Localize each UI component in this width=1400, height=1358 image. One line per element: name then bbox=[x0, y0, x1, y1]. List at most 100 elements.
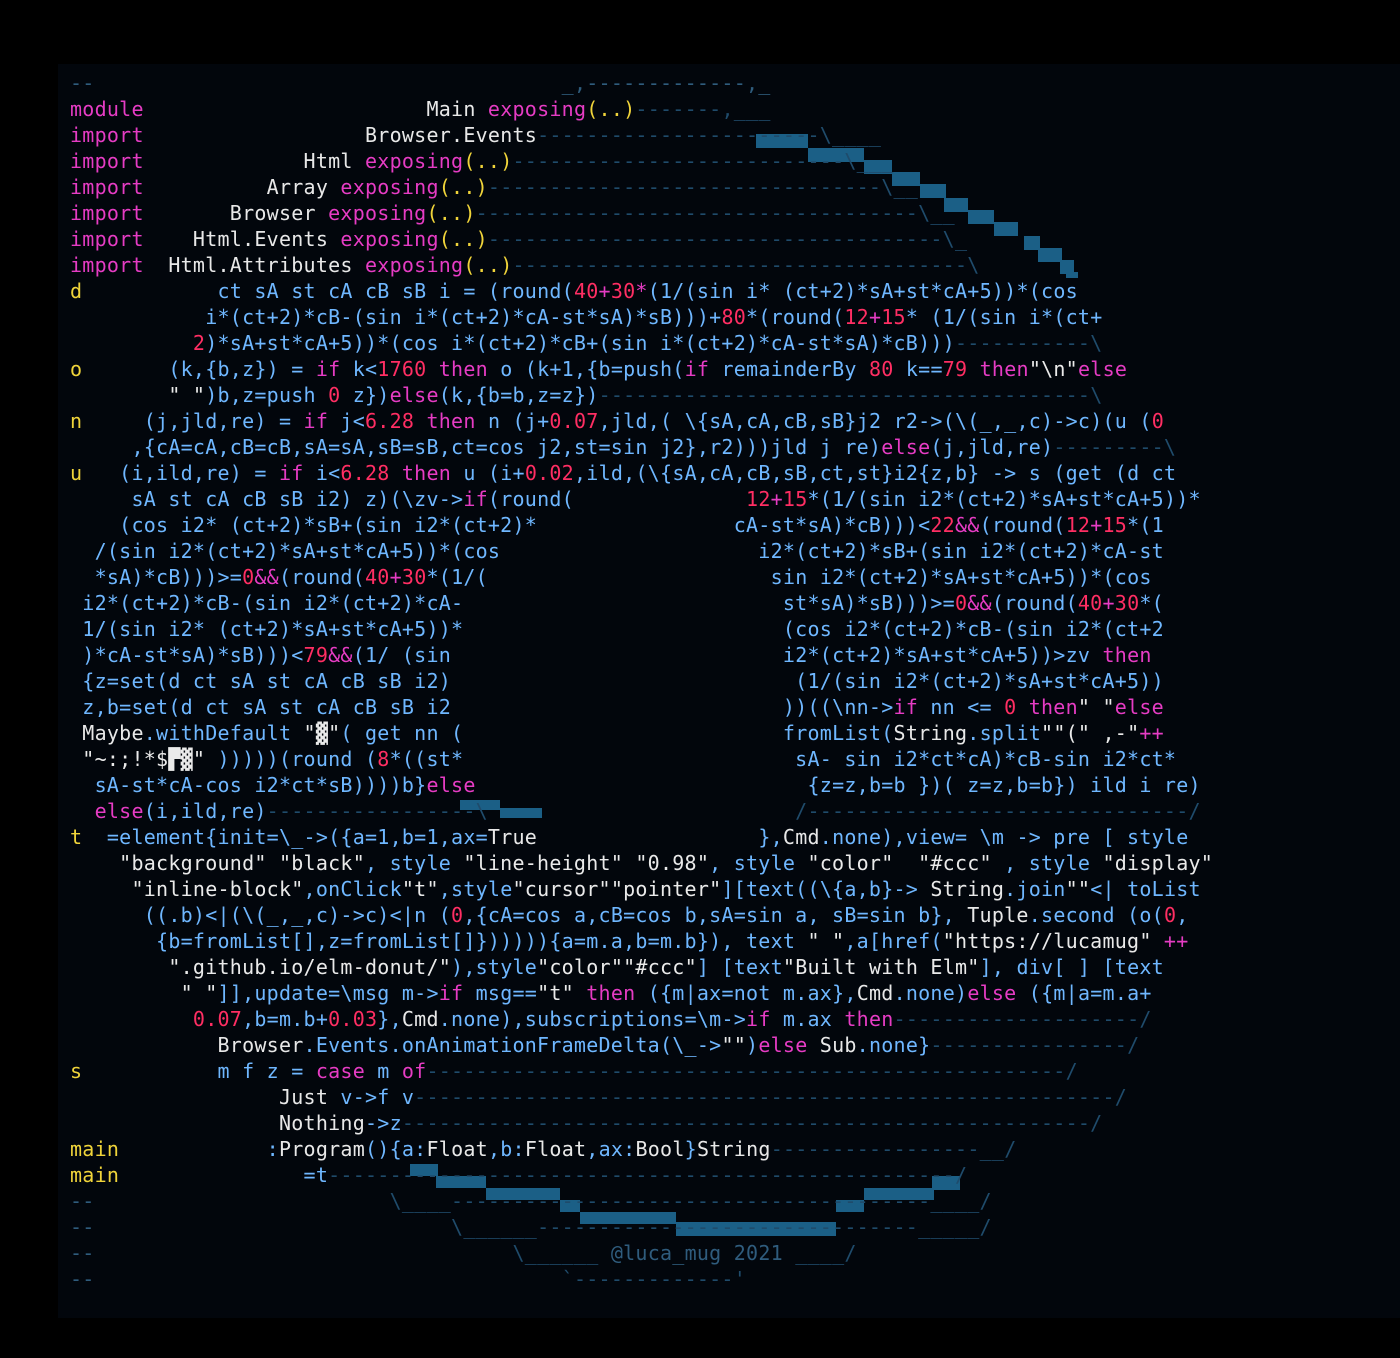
code-token: ".github.io/elm-donut/" bbox=[70, 955, 452, 979]
code-token: 0 bbox=[242, 565, 255, 589]
code-token: ct sA st cA cB sB i = (round( bbox=[82, 279, 574, 303]
code-token: exposing bbox=[487, 97, 587, 121]
code-token: .withDefault bbox=[143, 721, 304, 745]
code-token: (..) bbox=[438, 227, 488, 251]
code-token: i*(ct+2)*cB-(sin i*(ct+2)*cA-st*sA)*sB))… bbox=[70, 305, 722, 329]
code-token: -- bbox=[70, 71, 95, 95]
code-token: exposing bbox=[340, 227, 439, 251]
code-token: 0.02 bbox=[524, 461, 574, 485]
code-line: import Array exposing(..)---------------… bbox=[70, 174, 1213, 200]
code-token: -- bbox=[70, 1267, 95, 1291]
code-token: then bbox=[426, 357, 488, 381]
code-token: import bbox=[70, 253, 144, 277]
code-line: o (k,{b,z}) = if k<1760 then o (k+1,{b=p… bbox=[70, 356, 1213, 382]
code-token: s bbox=[70, 1059, 83, 1083]
code-token: 0.03 bbox=[328, 1007, 378, 1031]
code-line: u (i,ild,re) = if i<6.28 then u (i+0.02,… bbox=[70, 460, 1213, 486]
code-token: Bool bbox=[635, 1137, 685, 1161]
code-token: + bbox=[1102, 591, 1115, 615]
code-line: 2)*sA+st*cA+5))*(cos i*(ct+2)*cB+(sin i*… bbox=[70, 330, 1213, 356]
code-token: u bbox=[70, 461, 83, 485]
code-token: .none),view= \m -> pre [ style bbox=[819, 825, 1189, 849]
code-token: * bbox=[635, 279, 648, 303]
code-line: {z=set(d ct sA st cA cB sB i2) (1/(sin i… bbox=[70, 668, 1213, 694]
code-token: "t" bbox=[401, 877, 439, 901]
code-line: ,{cA=cA,cB=cB,sA=sA,sB=sB,ct=cos j2,st=s… bbox=[70, 434, 1213, 460]
code-line: d ct sA st cA cB sB i = (round(40+30*(1/… bbox=[70, 278, 1213, 304]
code-line: 1/(sin i2* (ct+2)*sA+st*cA+5))* (cos i2*… bbox=[70, 616, 1213, 642]
code-token: (j,jld,re) = bbox=[82, 409, 304, 433]
code-token: u (i+ bbox=[451, 461, 525, 485]
code-token: Just bbox=[70, 1085, 329, 1109]
code-token: ----------------------------------------… bbox=[401, 1111, 1103, 1135]
code-token: + bbox=[1090, 513, 1103, 537]
code-token: ,style bbox=[438, 877, 513, 901]
code-token: 12 bbox=[746, 487, 771, 511]
code-token: @luca_mug 2021 bbox=[598, 1241, 783, 1265]
code-token: if bbox=[463, 487, 488, 511]
code-line: Maybe.withDefault "▓"( get nn ( fromList… bbox=[70, 720, 1213, 746]
code-token: , bbox=[1176, 903, 1189, 927]
code-token: case bbox=[315, 1059, 365, 1083]
code-token: (..) bbox=[463, 253, 513, 277]
code-token: if bbox=[684, 357, 710, 381]
code-token: ----------------/ bbox=[930, 1033, 1140, 1057]
code-token: (j,jld,re) bbox=[930, 435, 1054, 459]
code-token: ) bbox=[746, 1033, 759, 1057]
code-token: exposing bbox=[328, 201, 427, 225]
code-token: `-------------' bbox=[94, 1267, 747, 1291]
code-token: t bbox=[70, 825, 83, 849]
code-token: .none),subscriptions=\m-> bbox=[438, 1007, 747, 1031]
code-token: "color""#ccc" bbox=[537, 955, 697, 979]
code-token: m bbox=[365, 1059, 402, 1083]
code-token: then bbox=[967, 357, 1029, 381]
code-token: "display" bbox=[1102, 851, 1214, 875]
code-line: import Browser.Events-------------------… bbox=[70, 122, 1213, 148]
code-token: ----------------------------------------… bbox=[414, 1085, 1128, 1109]
code-token: if bbox=[893, 695, 919, 719]
code-token: <| toList bbox=[1090, 877, 1201, 901]
code-token: String bbox=[696, 1137, 771, 1161]
code-token: {z=set(d ct sA st cA cB sB i2) (1/(sin i… bbox=[70, 669, 1164, 693]
code-token: import bbox=[70, 227, 144, 251]
code-token: 0 bbox=[1151, 409, 1164, 433]
code-line: " "]],update=\msg m->if msg=="t" then ({… bbox=[70, 980, 1213, 1006]
code-token: .split bbox=[967, 721, 1042, 745]
code-token: Cmd bbox=[856, 981, 894, 1005]
code-token: "t" bbox=[537, 981, 574, 1005]
code-token: ], div[ ] [text bbox=[979, 955, 1164, 979]
code-token: 79 bbox=[303, 643, 329, 667]
code-token: ---------\ bbox=[1053, 435, 1177, 459]
code-token: *(round( bbox=[746, 305, 845, 329]
code-token: && bbox=[967, 591, 992, 615]
code-token: 80 bbox=[721, 305, 747, 329]
code-token: && bbox=[254, 565, 279, 589]
code-token: (){a: bbox=[365, 1137, 427, 1161]
code-token: 1760 bbox=[377, 357, 427, 381]
code-token: 8 bbox=[377, 747, 390, 771]
code-token: {b=fromList[],z=fromList[]}))))){a=m.a,b… bbox=[70, 929, 808, 953]
code-token: "" bbox=[1065, 877, 1091, 901]
code-token: ,a[href( bbox=[844, 929, 943, 953]
code-token: -----------------\ /--------------------… bbox=[266, 799, 1201, 823]
code-token: exposing bbox=[365, 253, 464, 277]
code-token: Program bbox=[278, 1137, 366, 1161]
code-token: n (j+ bbox=[475, 409, 550, 433]
code-token: *( bbox=[1139, 591, 1164, 615]
code-line: import Browser exposing(..)-------------… bbox=[70, 200, 1213, 226]
code-token: } bbox=[684, 1137, 697, 1161]
code-token: * (1/(sin i*(ct+ bbox=[905, 305, 1103, 329]
code-token: -- bbox=[70, 1241, 95, 1265]
code-token: o bbox=[70, 357, 83, 381]
code-token: else bbox=[881, 435, 931, 459]
code-token: Html bbox=[143, 149, 365, 173]
code-line: "background" "black", style "line-height… bbox=[70, 850, 1213, 876]
code-token: i< bbox=[303, 461, 341, 485]
code-line: Just v->f v-----------------------------… bbox=[70, 1084, 1213, 1110]
code-token: Float bbox=[524, 1137, 587, 1161]
code-line: -- \______ @luca_mug 2021 ____/ bbox=[70, 1240, 1213, 1266]
code-token: , style bbox=[364, 851, 464, 875]
code-token: ,ild,(\{sA,cA,cB,sB,ct,st}i2{z,b} -> s (… bbox=[573, 461, 1177, 485]
code-line: main :Program(){a:Float,b:Float,ax:Bool}… bbox=[70, 1136, 1213, 1162]
code-line: -- \____--------------------------------… bbox=[70, 1188, 1213, 1214]
